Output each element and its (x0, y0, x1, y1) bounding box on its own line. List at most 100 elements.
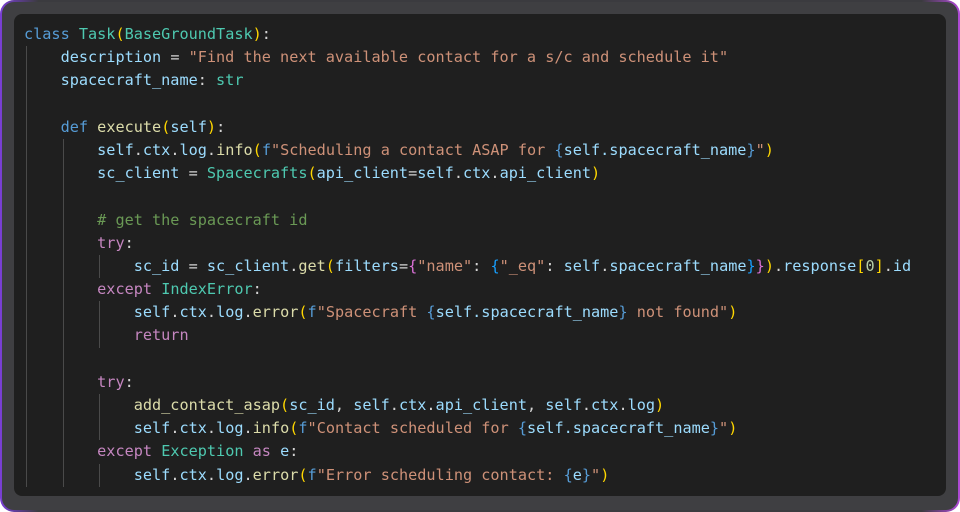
code-token: . (206, 303, 217, 322)
code-token: . (243, 465, 253, 484)
code-line: self.ctx.log.info(f"Contact scheduled fo… (24, 417, 946, 441)
code-editor[interactable]: class Task(BaseGroundTask): description … (14, 14, 946, 496)
code-token: ] (874, 256, 884, 275)
code-token: info (216, 140, 253, 159)
code-line (24, 92, 946, 116)
code-token: return (133, 326, 189, 345)
code-token: " (591, 465, 601, 484)
code-token: : (289, 442, 299, 461)
code-token: get (298, 256, 326, 275)
code-token: } (618, 303, 628, 322)
code-token: error (252, 303, 299, 322)
code-token: "Error scheduling contact: (316, 465, 564, 484)
code-token: . (133, 140, 143, 159)
indent-guide (26, 92, 27, 116)
indent-guide (62, 440, 64, 464)
indent-guide (99, 394, 101, 418)
code-token: add_contact_asap (133, 396, 281, 414)
code-token: def (60, 117, 89, 136)
code-token: self.spacecraft_name (563, 140, 747, 159)
code-token: = (161, 48, 189, 67)
indent-guide (26, 440, 27, 464)
indent-guide (62, 162, 64, 186)
code-token: , (526, 396, 546, 414)
code-line: add_contact_asap(sc_id, self.ctx.api_cli… (24, 394, 946, 418)
indent-guide (62, 185, 64, 209)
indent-guide (26, 394, 27, 418)
indent-guide (26, 324, 27, 348)
code-token: } (755, 256, 765, 275)
code-token: . (243, 303, 253, 322)
code-token: Task (78, 25, 116, 43)
indent-guide (62, 301, 64, 325)
code-token: str (216, 71, 244, 90)
code-token: ctx (179, 465, 207, 484)
code-token: sc_client (206, 256, 290, 275)
code-token: ) (764, 256, 774, 275)
code-token: : (261, 25, 271, 43)
code-token: ) (764, 140, 774, 159)
code-line: class Task(BaseGroundTask): (24, 23, 946, 46)
code-token: = (179, 256, 207, 275)
code-token: ) (655, 396, 665, 414)
code-token: { (490, 256, 500, 275)
code-line: spacecraft_name: str (24, 69, 946, 93)
code-token: ) (206, 117, 217, 136)
code-token: } (709, 419, 720, 438)
code-token: sc_id (133, 256, 180, 275)
code-token: response (783, 256, 857, 275)
code-token: Spacecrafts (206, 164, 308, 183)
code-line: self.ctx.log.info(f"Scheduling a contact… (24, 138, 946, 163)
code-token: : (197, 71, 217, 90)
code-token: "_eq" (499, 256, 546, 275)
code-token: . (453, 164, 463, 183)
indent-guide (26, 463, 27, 487)
code-token: : (472, 256, 491, 275)
code-token: log (627, 396, 656, 414)
code-token: . (206, 140, 217, 159)
code-line (24, 347, 946, 371)
indent-guide (26, 208, 27, 232)
code-token: sc_client (97, 164, 180, 183)
code-token: api_client (316, 164, 409, 183)
code-token: f (261, 140, 271, 159)
code-token: "Find the next available contact for a s… (188, 48, 729, 67)
code-line: # get the spacecraft id (24, 208, 946, 232)
code-token: . (618, 396, 628, 414)
indent-guide (99, 417, 101, 441)
indent-guide (62, 208, 64, 232)
code-token: api_client (499, 164, 591, 183)
code-token: ) (728, 303, 738, 322)
indent-guide (26, 417, 27, 441)
code-token: self (545, 396, 582, 414)
code-token: "Scheduling a contact ASAP for (270, 140, 555, 159)
indent-guide (99, 324, 101, 348)
code-token: . (206, 465, 217, 484)
indent-guide (62, 394, 64, 418)
code-token: ( (325, 256, 335, 275)
code-token: self (133, 419, 171, 438)
code-token: . (243, 419, 253, 438)
indent-guide (62, 463, 64, 487)
code-token: IndexError (161, 280, 253, 299)
code-token: = (408, 164, 418, 183)
code-token: ( (252, 140, 262, 159)
code-token: f (298, 419, 308, 438)
code-token: . (490, 164, 500, 183)
code-token: log (179, 140, 207, 159)
code-token: . (773, 256, 784, 275)
code-token: filters (334, 256, 399, 275)
indent-guide (62, 254, 64, 279)
code-line: try: (24, 370, 946, 394)
indent-guide (26, 231, 27, 255)
indent-guide (62, 138, 64, 163)
code-token: ( (161, 117, 171, 136)
code-token: "name" (417, 256, 473, 275)
